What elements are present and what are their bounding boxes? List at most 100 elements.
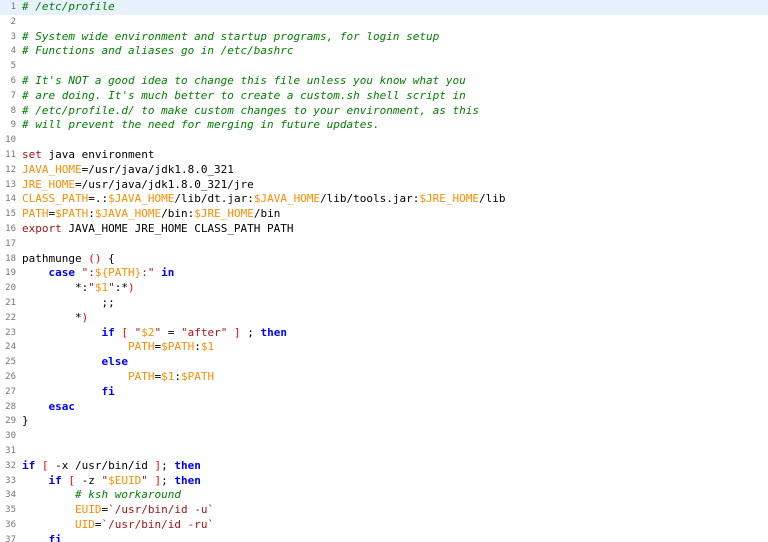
code-line[interactable]: 14 CLASS_PATH=.:$JAVA_HOME/lib/dt.jar:$JA…	[0, 192, 768, 207]
code-token: # ksh workaround	[74, 488, 181, 502]
line-number: 36	[5, 519, 16, 530]
code-token: fi	[101, 384, 115, 398]
code-line[interactable]: 15 PATH=$PATH:$JAVA_HOME/bin:$JRE_HOME/bi…	[0, 207, 768, 222]
code-line[interactable]: 37 fi	[0, 533, 768, 542]
code-line[interactable]: 32 if [ -x /usr/bin/id ]; then	[0, 459, 768, 474]
code-token: ":	[81, 266, 95, 280]
code-line[interactable]: 12 JAVA_HOME=/usr/java/jdk1.8.0_321	[0, 163, 768, 178]
code-token: -x /usr/bin/id	[48, 458, 155, 472]
code-line[interactable]: 7 # are doing. It's much better to create…	[0, 89, 768, 104]
code-text: export JAVA_HOME JRE_HOME CLASS_PATH PAT…	[22, 222, 294, 237]
code-token: $1	[200, 340, 215, 354]
code-token: "	[108, 281, 115, 295]
code-text: # /etc/profile	[22, 0, 115, 15]
code-line[interactable]: 28 esac	[0, 400, 768, 415]
code-text: }	[22, 414, 29, 429]
line-number: 14	[5, 194, 16, 205]
code-token: if	[48, 473, 62, 487]
code-line[interactable]: 8 # /etc/profile.d/ to make custom change…	[0, 104, 768, 119]
code-line[interactable]: 18 pathmunge () {	[0, 252, 768, 267]
code-line[interactable]: 5	[0, 59, 768, 74]
line-number: 18	[5, 253, 16, 264]
line-number: 32	[5, 460, 16, 471]
code-line[interactable]: 34 # ksh workaround	[0, 488, 768, 503]
code-token: =/usr/java/jdk1.8.0_321	[81, 162, 234, 176]
code-token: /bin	[253, 207, 281, 221]
code-token: EUID	[74, 503, 102, 517]
code-line[interactable]: 22 *)	[0, 311, 768, 326]
code-token: *:	[22, 281, 89, 295]
code-token: -z	[75, 473, 102, 487]
code-token: # /etc/profile	[22, 0, 115, 13]
code-text: if [ -x /usr/bin/id ]; then	[22, 459, 201, 474]
code-line[interactable]: 36 UID=`/usr/bin/id -ru`	[0, 518, 768, 533]
code-token: /bin:	[161, 207, 195, 221]
code-line[interactable]: 25 else	[0, 355, 768, 370]
line-number: 8	[10, 105, 16, 116]
code-line[interactable]: 2	[0, 15, 768, 30]
code-token: JRE_HOME	[22, 177, 75, 191]
code-token: "	[88, 281, 95, 295]
code-text: JRE_HOME=/usr/java/jdk1.8.0_321/jre	[22, 178, 254, 193]
code-line[interactable]: 3 # System wide environment and startup p…	[0, 30, 768, 45]
code-line[interactable]: 20 *:"$1":*)	[0, 281, 768, 296]
code-line[interactable]: 26 PATH=$1:$PATH	[0, 370, 768, 385]
code-text: CLASS_PATH=.:$JAVA_HOME/lib/dt.jar:$JAVA…	[22, 192, 506, 207]
code-line[interactable]: 1 # /etc/profile	[0, 0, 768, 15]
line-number: 11	[5, 149, 16, 160]
code-token: esac	[48, 399, 76, 413]
code-line[interactable]: 27 fi	[0, 385, 768, 400]
code-line[interactable]: 31	[0, 444, 768, 459]
code-token: =	[161, 325, 181, 339]
code-line[interactable]: 10	[0, 133, 768, 148]
code-line[interactable]: 19 case ":${PATH}:" in	[0, 266, 768, 281]
code-token: ;	[161, 473, 175, 487]
line-number: 16	[5, 223, 16, 234]
line-number: 21	[5, 297, 16, 308]
code-line[interactable]: 35 EUID=`/usr/bin/id -u`	[0, 503, 768, 518]
line-number: 33	[5, 475, 16, 486]
code-editor[interactable]: 1 # /etc/profile 2 3 # System wide environme…	[0, 0, 768, 542]
code-line[interactable]: 4 # Functions and aliases go in /etc/bash…	[0, 44, 768, 59]
code-line[interactable]: 16 export JAVA_HOME JRE_HOME CLASS_PATH P…	[0, 222, 768, 237]
code-line[interactable]: 17	[0, 237, 768, 252]
code-line[interactable]: 30	[0, 429, 768, 444]
code-token: =.:	[88, 192, 109, 206]
code-token: /lib/dt.jar:	[174, 192, 254, 206]
code-token: set	[22, 147, 42, 161]
code-line[interactable]: 21 ;;	[0, 296, 768, 311]
code-line[interactable]: 23 if [ "$2" = "after" ] ; then	[0, 326, 768, 341]
code-text: JAVA_HOME=/usr/java/jdk1.8.0_321	[22, 163, 234, 178]
code-line[interactable]: 29}	[0, 414, 768, 429]
code-token: # are doing. It's much better to create …	[22, 88, 466, 102]
code-text: # System wide environment and startup pr…	[22, 30, 439, 45]
code-token: # Functions and aliases go in /etc/bashr…	[22, 44, 294, 58]
line-number: 30	[5, 431, 16, 442]
code-token: ()	[88, 251, 102, 265]
line-number: 2	[10, 16, 16, 27]
code-token: $JRE_HOME	[419, 192, 480, 206]
code-token: }	[22, 414, 29, 428]
code-token: PATH	[22, 207, 49, 221]
code-line[interactable]: 24 PATH=$PATH:$1	[0, 340, 768, 355]
line-number: 20	[5, 283, 16, 294]
code-token: "	[141, 473, 148, 487]
line-number: 3	[10, 31, 16, 42]
line-number: 15	[5, 209, 16, 220]
code-text: fi	[22, 533, 62, 542]
line-number: 26	[5, 371, 16, 382]
code-line[interactable]: 13 JRE_HOME=/usr/java/jdk1.8.0_321/jre	[0, 178, 768, 193]
code-token: $1	[94, 281, 109, 295]
code-line[interactable]: 9 # will prevent the need for merging in …	[0, 118, 768, 133]
code-line[interactable]: 6 # It's NOT a good idea to change this f…	[0, 74, 768, 89]
code-line[interactable]: 33 if [ -z "$EUID" ]; then	[0, 474, 768, 489]
code-text: if [ -z "$EUID" ]; then	[22, 474, 201, 489]
line-number: 4	[10, 46, 16, 57]
code-line[interactable]: 11 set java environment	[0, 148, 768, 163]
code-token: $JRE_HOME	[194, 207, 254, 221]
line-number: 31	[5, 445, 16, 456]
code-token: CLASS_PATH	[22, 192, 89, 206]
code-token: java environment	[41, 147, 155, 161]
